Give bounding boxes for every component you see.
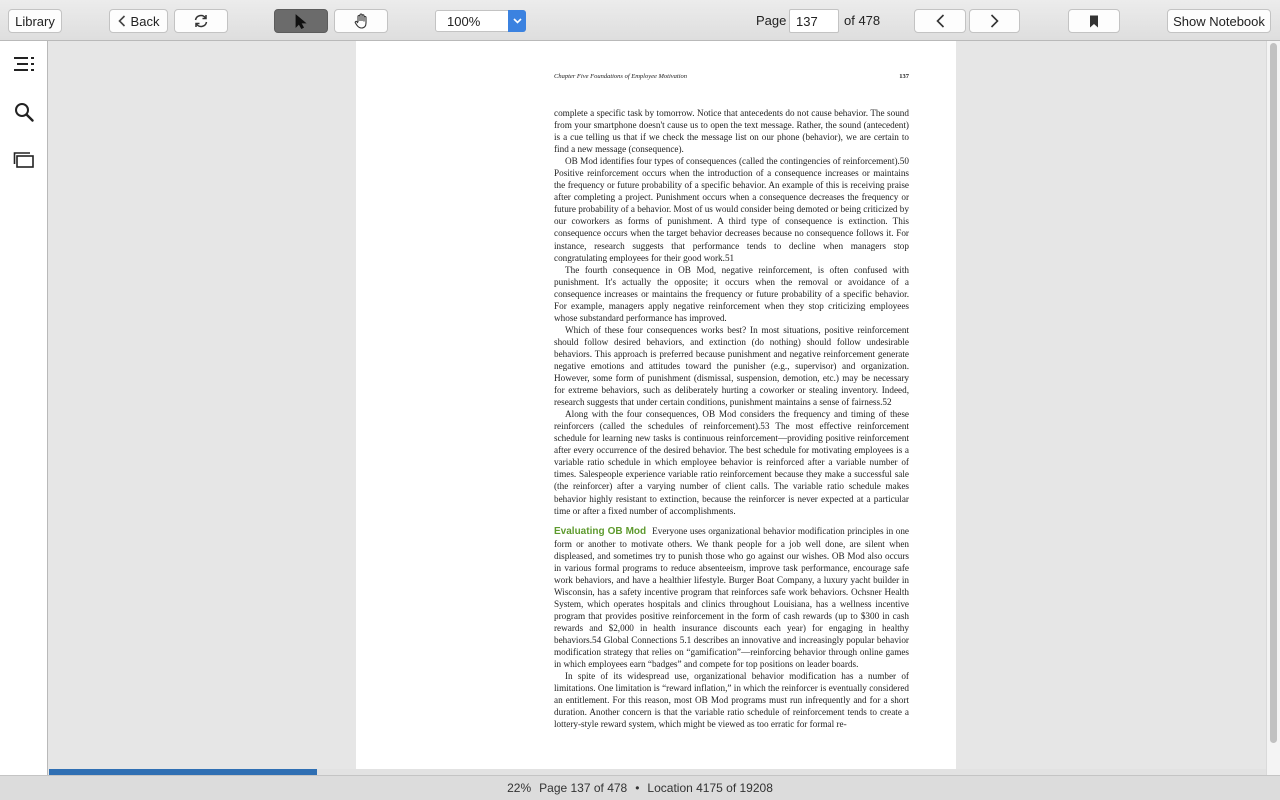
paragraph: complete a specific task by tomorrow. No… xyxy=(554,108,909,155)
page-number-input[interactable] xyxy=(789,9,839,33)
running-head: Chapter Five Foundations of Employee Mot… xyxy=(554,73,909,80)
show-notebook-label: Show Notebook xyxy=(1173,13,1265,29)
vertical-scrollbar[interactable] xyxy=(1266,41,1280,775)
paragraph: Along with the four consequences, OB Mod… xyxy=(554,409,909,516)
refresh-icon xyxy=(194,14,208,28)
cursor-icon xyxy=(295,13,307,29)
next-page-button[interactable] xyxy=(969,9,1020,33)
back-label: Back xyxy=(130,13,160,29)
previous-page-button[interactable] xyxy=(914,9,966,33)
chapter-title: Chapter Five Foundations of Employee Mot… xyxy=(554,73,688,80)
paragraph: OB Mod identifies four types of conseque… xyxy=(554,156,909,263)
scrollbar-thumb[interactable] xyxy=(1270,43,1277,743)
section-paragraph: Evaluating OB Mod Everyone uses organizat… xyxy=(554,525,909,671)
paragraph: The fourth consequence in OB Mod, negati… xyxy=(554,264,909,323)
body-text: complete a specific task by tomorrow. No… xyxy=(554,107,909,730)
bookmark-icon xyxy=(1090,15,1098,27)
search-icon[interactable] xyxy=(13,101,35,123)
page-number: 137 xyxy=(899,73,909,80)
status-separator: • xyxy=(635,781,640,795)
document-viewer[interactable]: Chapter Five Foundations of Employee Mot… xyxy=(49,41,1266,770)
hand-tool-button[interactable] xyxy=(334,9,388,33)
page-prefix: Page xyxy=(756,13,787,28)
zoom-select[interactable]: 100% xyxy=(435,10,526,32)
back-button[interactable]: Back xyxy=(109,9,168,33)
status-location: Location 4175 of 19208 xyxy=(647,781,773,795)
toc-icon[interactable] xyxy=(13,53,35,75)
chevron-left-icon xyxy=(117,15,125,27)
chevron-down-icon[interactable] xyxy=(508,10,526,32)
sync-button[interactable] xyxy=(174,9,228,33)
flashcards-icon[interactable] xyxy=(13,149,35,171)
bookmark-button[interactable] xyxy=(1068,9,1120,33)
sidebar xyxy=(0,41,48,775)
hand-icon xyxy=(354,13,367,29)
section-heading: Evaluating OB Mod xyxy=(554,525,647,537)
show-notebook-button[interactable]: Show Notebook xyxy=(1167,9,1271,33)
chevron-right-icon xyxy=(990,14,999,28)
zoom-value: 100% xyxy=(447,14,481,29)
select-tool-button[interactable] xyxy=(274,9,328,33)
library-button[interactable]: Library xyxy=(8,9,62,33)
paragraph: Which of these four consequences works b… xyxy=(554,324,909,408)
status-bar: 22% Page 137 of 478 • Location 4175 of 1… xyxy=(0,775,1280,800)
toolbar: Library Back 100% Page of 478 xyxy=(0,0,1280,41)
paragraph: In spite of its widespread use, organiza… xyxy=(554,671,909,730)
page-total: of 478 xyxy=(844,13,881,28)
chevron-left-icon xyxy=(935,14,944,28)
progress-percent: 22% xyxy=(507,781,532,795)
status-page: Page 137 of 478 xyxy=(539,781,628,795)
library-label: Library xyxy=(15,13,55,29)
book-page: Chapter Five Foundations of Employee Mot… xyxy=(356,41,956,770)
paragraph-text: Everyone uses organizational behavior mo… xyxy=(554,525,909,670)
